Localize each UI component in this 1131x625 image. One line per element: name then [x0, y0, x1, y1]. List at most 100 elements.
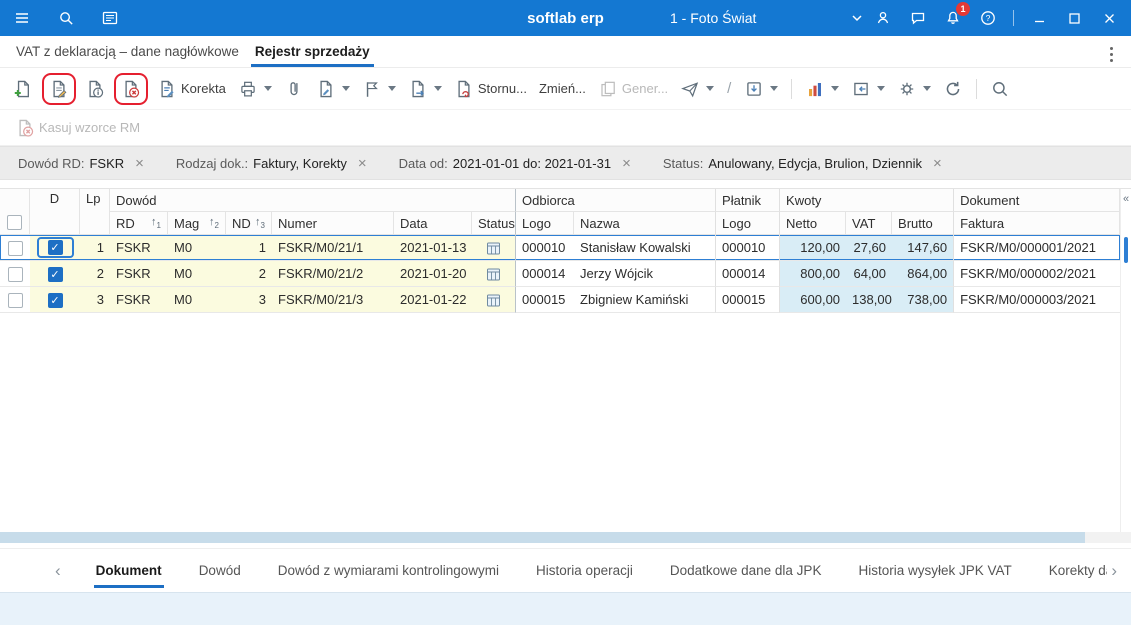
cell-logo-platnik[interactable]: 000014 [716, 261, 780, 287]
select-all-checkbox[interactable] [7, 215, 22, 230]
tab-historia-operacji[interactable]: Historia operacji [534, 553, 635, 588]
cell-faktura[interactable]: FSKR/M0/000001/2021 [954, 235, 1120, 261]
notifications-bell-icon[interactable]: 1 [943, 8, 963, 28]
col-header-faktura[interactable]: Faktura [954, 212, 1120, 235]
delete-document-button[interactable] [116, 75, 146, 103]
d-checkbox[interactable] [48, 293, 63, 308]
new-document-button[interactable] [8, 75, 38, 103]
d-checkbox[interactable] [48, 240, 63, 255]
remove-filter-icon[interactable]: × [135, 156, 144, 171]
company-selector[interactable]: 1 - Foto Świat [670, 10, 862, 26]
cell-mag[interactable]: M0 [168, 287, 226, 313]
export-button[interactable] [739, 75, 783, 103]
cell-select[interactable] [0, 235, 30, 261]
col-header-rd[interactable]: RD↑1 [110, 212, 168, 235]
cell-vat[interactable]: 138,00 [846, 287, 892, 313]
kasuj-wzorce-button[interactable]: Kasuj wzorce RM [10, 114, 145, 142]
cell-mag[interactable]: M0 [168, 235, 226, 261]
cell-status[interactable] [472, 287, 516, 313]
cell-faktura[interactable]: FSKR/M0/000003/2021 [954, 287, 1120, 313]
col-header-data[interactable]: Data [394, 212, 472, 235]
cell-netto[interactable]: 800,00 [780, 261, 846, 287]
horizontal-scrollbar[interactable] [0, 532, 1131, 543]
d-checkbox[interactable] [48, 267, 63, 282]
maximize-window-icon[interactable] [1064, 8, 1084, 28]
cell-select[interactable] [0, 287, 30, 313]
cell-nd[interactable]: 3 [226, 287, 272, 313]
cell-d[interactable] [30, 235, 80, 261]
horizontal-scrollbar-thumb[interactable] [0, 532, 1085, 543]
send-button[interactable] [675, 75, 719, 103]
col-header-logo-odbiorca[interactable]: Logo [516, 212, 574, 235]
col-header-d[interactable]: D [30, 189, 80, 235]
news-icon[interactable] [100, 8, 120, 28]
tab-dowod[interactable]: Dowód [197, 553, 243, 588]
filter-chip-status[interactable]: Status: Anulowany, Edycja, Brulion, Dzie… [663, 156, 942, 171]
cell-vat[interactable]: 27,60 [846, 235, 892, 261]
attachments-button[interactable] [279, 75, 309, 103]
zmien-button[interactable]: Zmień... [534, 77, 591, 100]
filter-chip-data[interactable]: Data od: 2021-01-01 do: 2021-01-31 × [399, 156, 631, 171]
col-header-lp[interactable]: Lp [80, 189, 110, 235]
cell-rd[interactable]: FSKR [110, 287, 168, 313]
refresh-button[interactable] [938, 75, 968, 103]
cell-logo-platnik[interactable]: 000015 [716, 287, 780, 313]
col-header-mag[interactable]: Mag↑2 [168, 212, 226, 235]
scroll-tabs-left-icon[interactable]: ‹ [55, 561, 61, 581]
cell-lp[interactable]: 1 [80, 235, 110, 261]
cell-logo-platnik[interactable]: 000010 [716, 235, 780, 261]
table-row[interactable]: 1 FSKR M0 1 FSKR/M0/21/1 2021-01-13 0000… [0, 235, 1120, 261]
col-header-vat[interactable]: VAT [846, 212, 892, 235]
document-actions-button[interactable] [403, 75, 447, 103]
cell-brutto[interactable]: 738,00 [892, 287, 954, 313]
col-header-numer[interactable]: Numer [272, 212, 394, 235]
cell-status[interactable] [472, 261, 516, 287]
sign-document-button[interactable] [311, 75, 355, 103]
menu-icon[interactable] [12, 8, 32, 28]
chat-icon[interactable] [908, 8, 928, 28]
user-icon[interactable] [873, 8, 893, 28]
table-row[interactable]: 2 FSKR M0 2 FSKR/M0/21/2 2021-01-20 0000… [0, 261, 1120, 287]
generate-button[interactable]: Gener... [593, 75, 673, 103]
minimize-window-icon[interactable] [1029, 8, 1049, 28]
cell-data[interactable]: 2021-01-22 [394, 287, 472, 313]
filter-chip-rodzaj-dok[interactable]: Rodzaj dok.: Faktury, Korekty × [176, 156, 367, 171]
tab-dodatkowe-dane-jpk[interactable]: Dodatkowe dane dla JPK [668, 553, 824, 588]
tab-dowod-z-wymiarami[interactable]: Dowód z wymiarami kontrolingowymi [276, 553, 501, 588]
cell-lp[interactable]: 2 [80, 261, 110, 287]
cell-rd[interactable]: FSKR [110, 235, 168, 261]
cell-data[interactable]: 2021-01-20 [394, 261, 472, 287]
cell-d[interactable] [30, 287, 80, 313]
cell-logo-odbiorca[interactable]: 000015 [516, 287, 574, 313]
chart-button[interactable] [800, 75, 844, 103]
scroll-tabs-right-icon[interactable]: › [1107, 561, 1121, 581]
cell-select[interactable] [0, 261, 30, 287]
tab-historia-wysylek-jpk[interactable]: Historia wysyłek JPK VAT [856, 553, 1013, 588]
col-header-netto[interactable]: Netto [780, 212, 846, 235]
vertical-scrollbar[interactable]: « [1120, 189, 1131, 532]
remove-filter-icon[interactable]: × [358, 156, 367, 171]
quick-search-button[interactable] [985, 75, 1015, 103]
flag-button[interactable] [357, 75, 401, 103]
cell-brutto[interactable]: 864,00 [892, 261, 954, 287]
collapse-panel-icon[interactable]: « [1121, 189, 1131, 209]
col-header-logo-platnik[interactable]: Logo [716, 212, 780, 235]
cell-netto[interactable]: 120,00 [780, 235, 846, 261]
cell-netto[interactable]: 600,00 [780, 287, 846, 313]
automation-settings-button[interactable] [892, 75, 936, 103]
col-header-brutto[interactable]: Brutto [892, 212, 954, 235]
cell-status[interactable] [472, 235, 516, 261]
cell-logo-odbiorca[interactable]: 000010 [516, 235, 574, 261]
tab-dokument[interactable]: Dokument [94, 553, 164, 588]
vertical-scrollbar-thumb[interactable] [1124, 237, 1128, 263]
cell-nazwa[interactable]: Zbigniew Kamiński [574, 287, 716, 313]
tabs-more-options-icon[interactable] [1110, 53, 1113, 56]
cell-nazwa[interactable]: Jerzy Wójcik [574, 261, 716, 287]
row-select-checkbox[interactable] [8, 241, 23, 256]
col-header-status[interactable]: Status [472, 212, 516, 235]
cell-numer[interactable]: FSKR/M0/21/2 [272, 261, 394, 287]
close-window-icon[interactable] [1099, 8, 1119, 28]
table-row[interactable]: 3 FSKR M0 3 FSKR/M0/21/3 2021-01-22 0000… [0, 287, 1120, 313]
cell-d[interactable] [30, 261, 80, 287]
cell-numer[interactable]: FSKR/M0/21/1 [272, 235, 394, 261]
